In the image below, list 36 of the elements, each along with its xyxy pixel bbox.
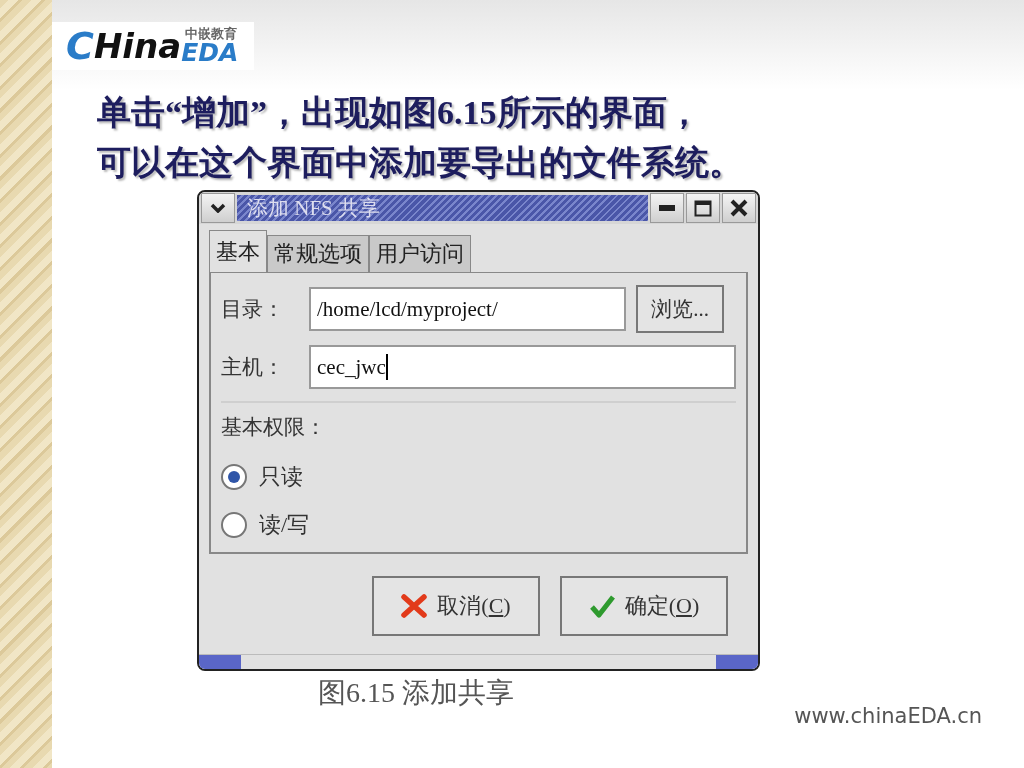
cross-icon <box>401 594 428 618</box>
logo-tagline: 中嵌教育 <box>185 27 239 40</box>
close-button[interactable] <box>722 193 756 223</box>
check-icon <box>588 594 615 618</box>
resize-handle[interactable] <box>716 655 758 669</box>
heading-line: 单击“增加”，出现如图6.15所示的界面， <box>97 93 702 133</box>
window-title: 添加 NFS 共享 <box>237 195 648 221</box>
field-label: 目录： <box>221 296 285 323</box>
window-menu-button[interactable] <box>201 193 235 223</box>
maximize-button[interactable] <box>686 193 720 223</box>
tab[interactable]: 用户访问 <box>369 235 471 272</box>
maximize-icon <box>694 199 712 217</box>
logo-letter: C <box>66 26 94 66</box>
logo-name: Hina <box>93 26 182 66</box>
figure-caption: 图6.15 添加共享 <box>318 676 515 710</box>
browse-button[interactable]: 浏览... <box>636 285 724 333</box>
heading-line: 可以在这个界面中添加要导出的文件系统。 <box>97 143 744 183</box>
radio-label: 读/写 <box>259 511 310 539</box>
directory-field[interactable]: /home/lcd/myproject/ <box>309 287 626 331</box>
minimize-button[interactable] <box>650 193 684 223</box>
field-label: 主机： <box>221 354 285 381</box>
radio-button[interactable] <box>221 464 247 490</box>
tab[interactable]: 基本 <box>209 230 267 272</box>
cancel-button[interactable]: 取消(C) <box>372 576 540 636</box>
ok-button[interactable]: 确定(O) <box>560 576 728 636</box>
website-url: www.chinaEDA.cn <box>794 704 982 728</box>
tab[interactable]: 常规选项 <box>267 235 369 272</box>
host-field[interactable]: cec_jwc <box>309 345 736 389</box>
radio-button[interactable] <box>221 512 247 538</box>
radio-label: 只读 <box>259 463 303 491</box>
resize-handle[interactable] <box>199 655 241 669</box>
chevron-icon <box>210 203 226 213</box>
section-label: 基本权限： <box>221 414 327 441</box>
minimize-icon <box>659 205 675 211</box>
logo-suffix: EDA <box>181 40 239 65</box>
close-icon <box>730 199 748 217</box>
